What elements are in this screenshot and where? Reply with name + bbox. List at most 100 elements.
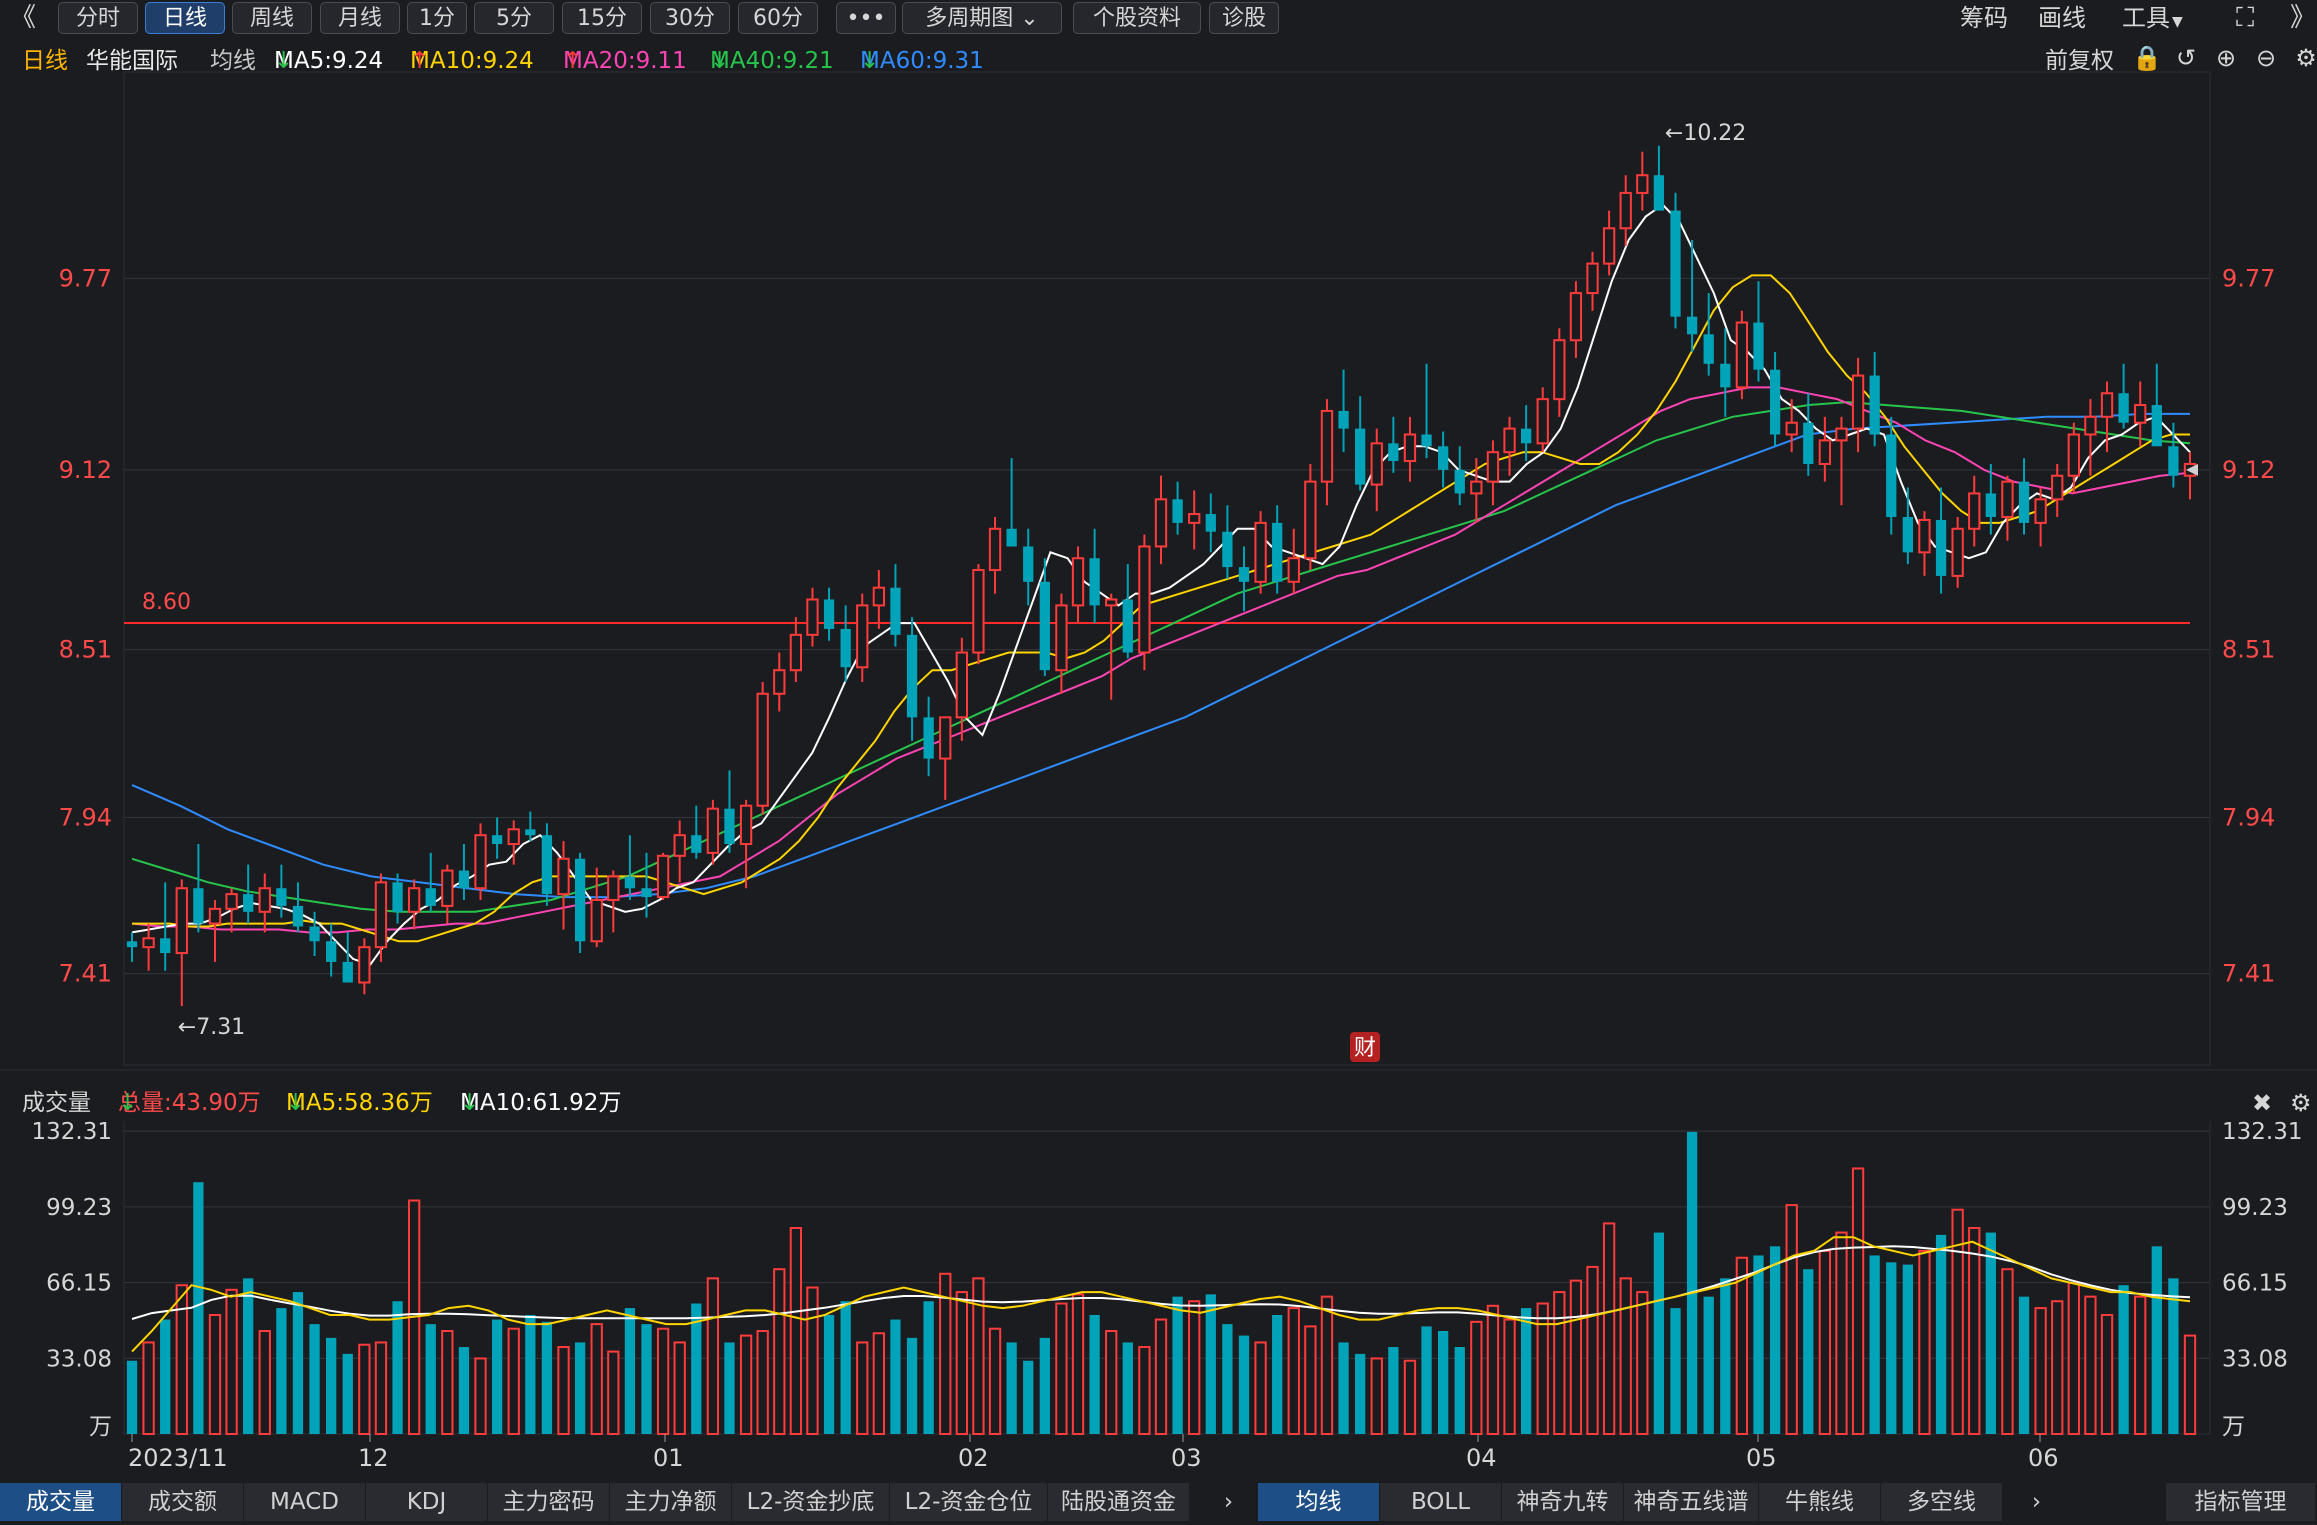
- candle-body-up: [656, 854, 670, 899]
- volume-bar-up: [988, 1327, 1002, 1435]
- indicator-tab-6[interactable]: L2-资金抄底: [732, 1483, 890, 1521]
- ma10-line: [132, 274, 2190, 943]
- volume-bar-up: [590, 1323, 603, 1435]
- max-price-annotation: ←10.22: [1665, 121, 1746, 146]
- kline-chart[interactable]: 9.77 9.77 9.12 9.12 8.51 8.51 7.94 7.94 7.41 7.41…: [0, 0, 2317, 1479]
- candle-body-up: [441, 869, 454, 907]
- candle-body-up: [507, 828, 520, 846]
- gear-icon[interactable]: ⚙: [2290, 1085, 2312, 1121]
- volume-bar-down: [1653, 1232, 1665, 1434]
- volume-ma5-text: MA5:58.36万: [286, 1090, 433, 1116]
- volume-bar-down: [1338, 1342, 1349, 1434]
- candle-body-up: [972, 569, 985, 654]
- candle-body-down: [1205, 514, 1216, 532]
- close-icon[interactable]: ✖: [2252, 1085, 2272, 1121]
- volume-tick-left: 33.08: [46, 1346, 112, 1372]
- volume-bar-up: [2084, 1295, 2097, 1435]
- volume-bar-up: [1188, 1300, 1201, 1435]
- indicator-tab-8[interactable]: 陆股通资金: [1048, 1483, 1190, 1521]
- candle-body-up: [806, 598, 819, 636]
- volume-bar-down: [1272, 1314, 1283, 1434]
- candle-body-down: [392, 882, 403, 912]
- volume-bar-down: [840, 1301, 851, 1434]
- candle-body-up: [1188, 513, 1201, 524]
- candle-body-down: [1670, 210, 1681, 317]
- volume-bar-down: [1670, 1308, 1681, 1434]
- candle-body-up: [1569, 292, 1583, 342]
- candle-body-up: [258, 887, 271, 913]
- volume-bar-down: [624, 1308, 636, 1434]
- x-axis-label: 02: [958, 1444, 989, 1472]
- indicator-tab-1[interactable]: 成交额: [122, 1483, 244, 1521]
- candle-body-up: [1818, 439, 1832, 465]
- candle-body-down: [691, 835, 702, 853]
- candle-body-down: [2151, 405, 2162, 447]
- volume-bar-down: [1935, 1234, 1947, 1434]
- volume-bar-down: [458, 1347, 470, 1434]
- price-tick-left: 7.41: [59, 960, 112, 988]
- volume-bar-up: [2051, 1300, 2064, 1435]
- volume-bar-down: [890, 1319, 901, 1434]
- indicator-tab-2[interactable]: MACD: [244, 1483, 366, 1521]
- candle-body-up: [1536, 398, 1549, 445]
- candle-body-up: [955, 651, 968, 719]
- volume-bar-up: [1470, 1320, 1483, 1436]
- volume-bar-down: [1172, 1296, 1183, 1434]
- volume-bar-up: [1619, 1277, 1632, 1436]
- volume-bar-up: [1636, 1291, 1649, 1435]
- indicator-tab-7[interactable]: L2-资金仓位: [890, 1483, 1048, 1521]
- candle-body-up: [939, 716, 952, 760]
- candle-body-up: [208, 907, 222, 925]
- volume-bar-up: [1735, 1256, 1749, 1436]
- candle-body-up: [1968, 492, 1981, 530]
- volume-bar-up: [1602, 1222, 1616, 1436]
- volume-bar-up: [1287, 1307, 1300, 1435]
- indicator-tab-5[interactable]: 主力净额: [610, 1483, 732, 1521]
- volume-bar-up: [2134, 1295, 2147, 1435]
- candle-body-down: [292, 905, 304, 927]
- overlay-tab-2[interactable]: 神奇九转: [1502, 1483, 1624, 1521]
- volume-bar-up: [706, 1277, 720, 1436]
- volume-bar-up: [1851, 1167, 1865, 1435]
- price-tick-left: 9.77: [59, 264, 112, 292]
- volume-bar-up: [955, 1291, 968, 1435]
- volume-bar-down: [1205, 1294, 1216, 1434]
- chevron-right-icon[interactable]: ›: [2020, 1483, 2054, 1521]
- indicator-tab-3[interactable]: KDJ: [366, 1483, 488, 1521]
- volume-bar-down: [1869, 1255, 1880, 1434]
- candle-body-down: [1769, 369, 1781, 435]
- candle-body-up: [1304, 480, 1317, 560]
- overlay-tab-0[interactable]: 均线: [1258, 1483, 1380, 1521]
- chevron-right-icon[interactable]: ›: [1212, 1483, 1246, 1521]
- indicator-tab-4[interactable]: 主力密码: [488, 1483, 610, 1521]
- volume-bar-up: [507, 1327, 520, 1435]
- overlay-tab-5[interactable]: 多空线: [1881, 1483, 2003, 1521]
- volume-tick-right: 33.08: [2222, 1346, 2288, 1372]
- volume-bar-up: [1918, 1249, 1931, 1436]
- overlay-tab-3[interactable]: 神奇五线谱: [1624, 1483, 1759, 1521]
- volume-bar-up: [673, 1341, 686, 1436]
- volume-bar-down: [1438, 1331, 1449, 1434]
- candle-body-up: [1470, 480, 1483, 495]
- volume-bar-up: [2100, 1313, 2114, 1436]
- horizontal-line-label: 8.60: [142, 590, 191, 615]
- candle-body-up: [358, 946, 371, 984]
- candle-body-up: [2051, 474, 2064, 501]
- overlay-tab-4[interactable]: 牛熊线: [1759, 1483, 1881, 1521]
- candle-body-down: [1238, 567, 1250, 582]
- indicator-tab-0[interactable]: 成交量: [0, 1483, 122, 1521]
- candle-body-down: [342, 961, 353, 983]
- indicator-manage-button[interactable]: 指标管理: [2166, 1483, 2316, 1521]
- ma20-line: [131, 386, 2191, 934]
- candle-body-down: [1454, 469, 1465, 494]
- candle-body-down: [1388, 443, 1399, 462]
- candle-body-up: [1287, 557, 1300, 583]
- volume-bar-up: [1403, 1359, 1417, 1436]
- candle-body-down: [1222, 531, 1233, 568]
- volume-bar-up: [1138, 1346, 1151, 1435]
- candle-body-down: [641, 888, 652, 898]
- overlay-tab-1[interactable]: BOLL: [1380, 1483, 1502, 1521]
- candle-body-up: [590, 899, 603, 943]
- volume-bar-down: [2018, 1296, 2030, 1434]
- candle-body-up: [1636, 174, 1649, 194]
